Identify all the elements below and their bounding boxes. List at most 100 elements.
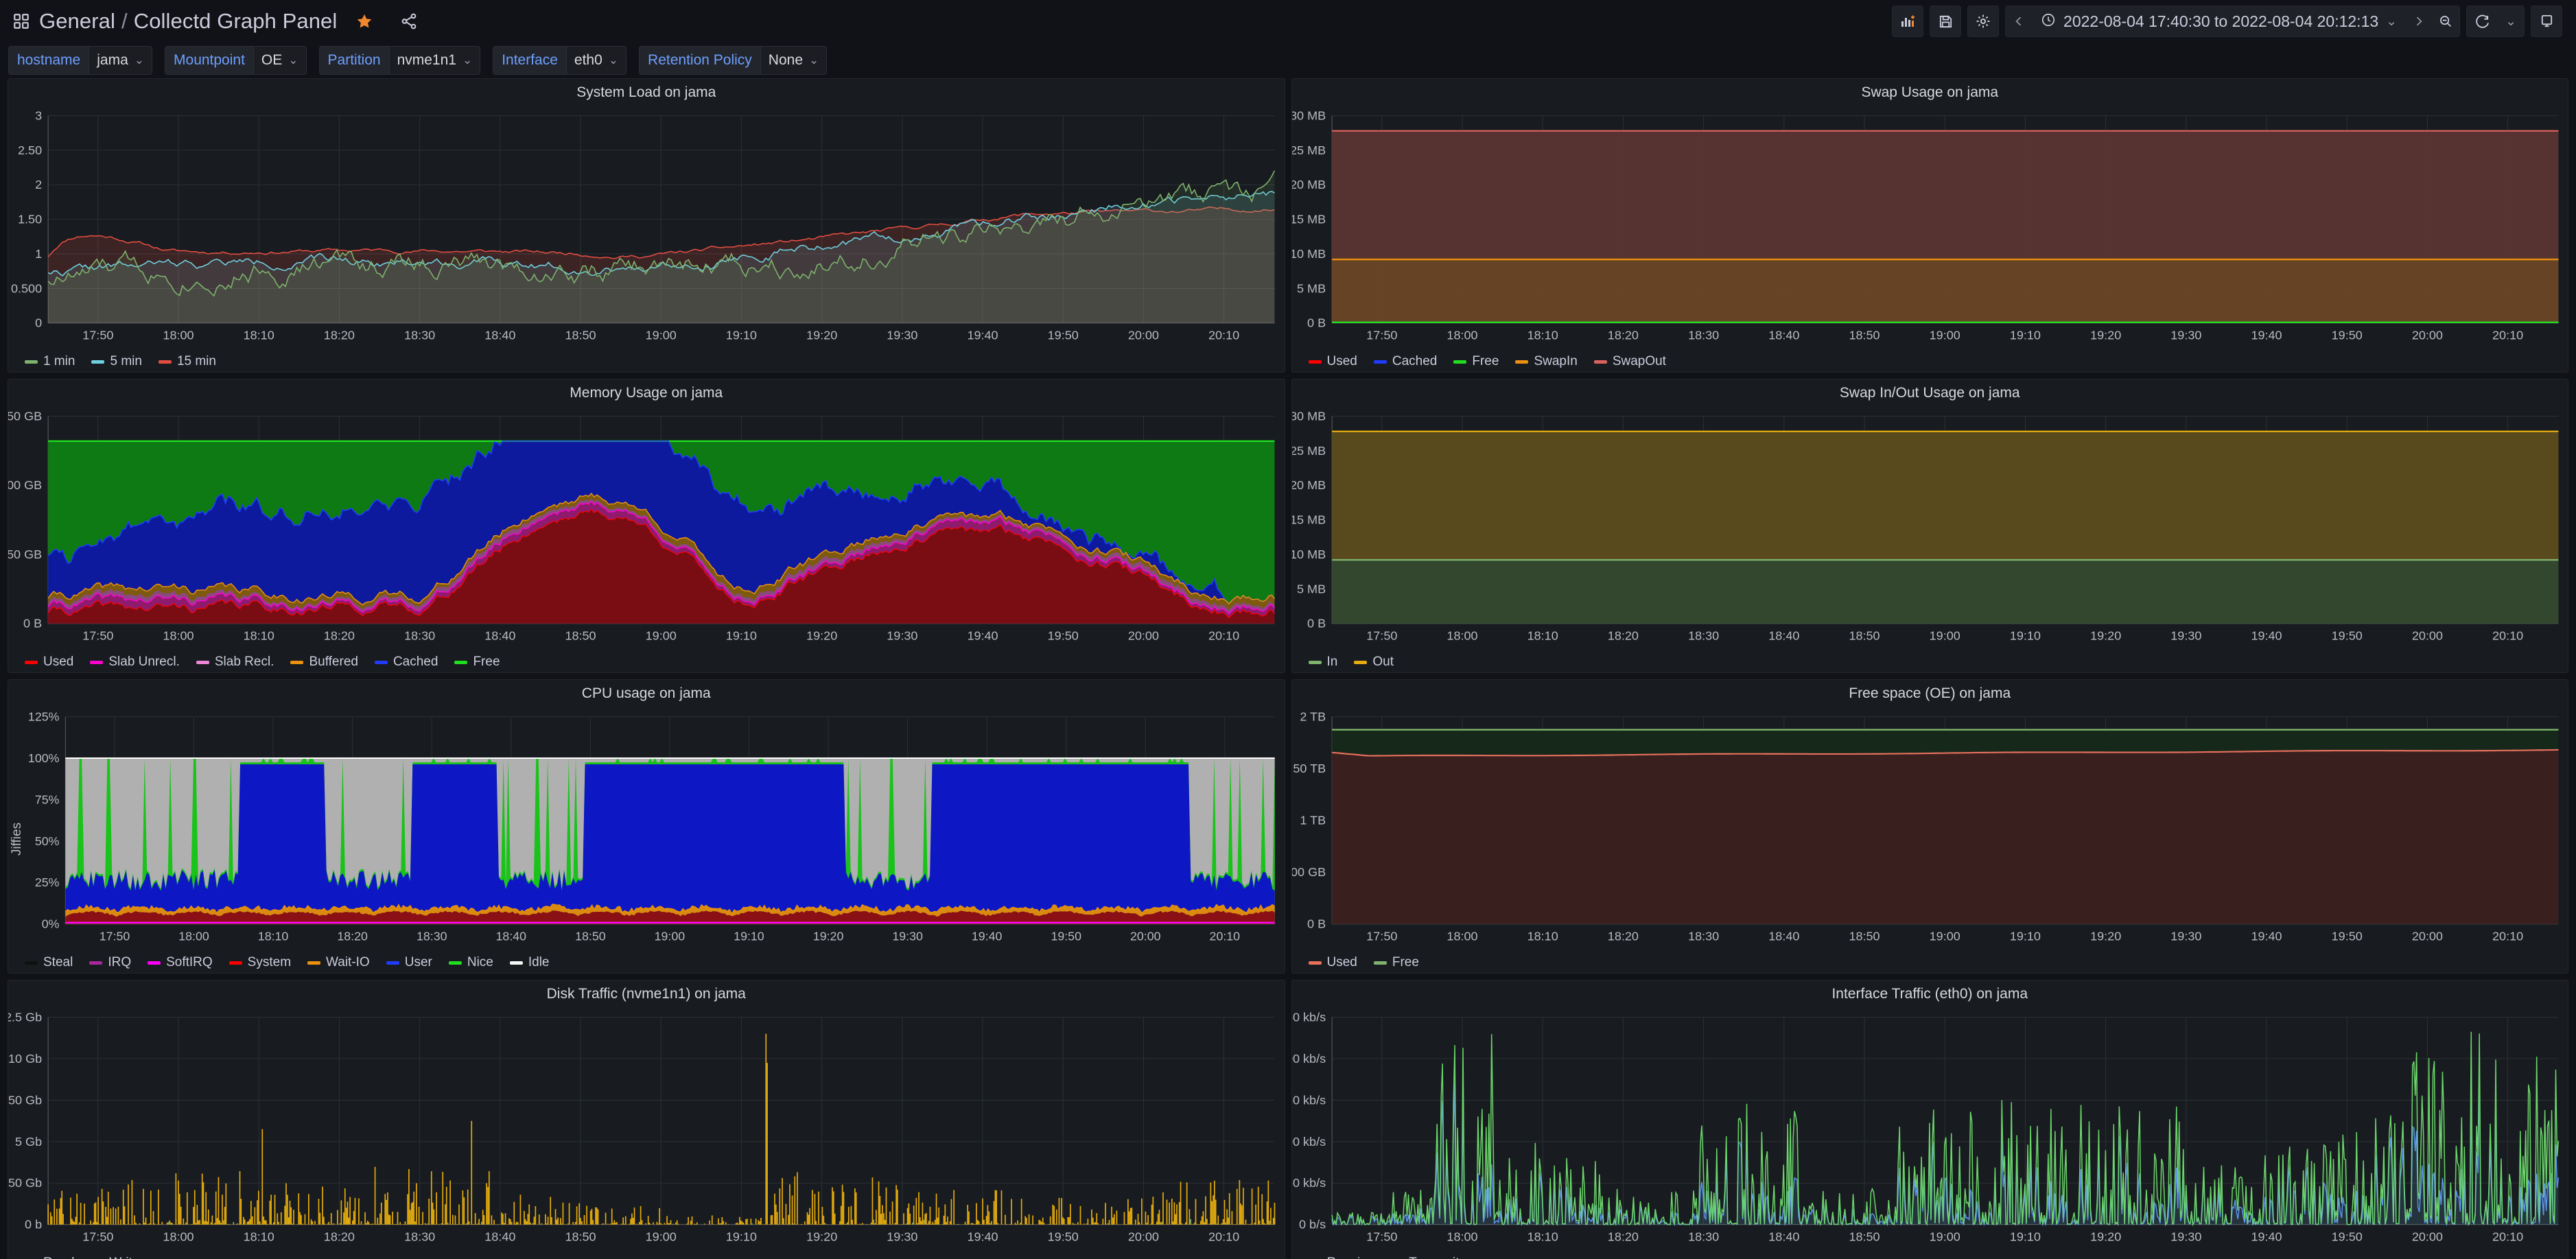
time-range-next-chevron-icon[interactable]: [2406, 6, 2432, 36]
legend-color-swatch: [1373, 360, 1387, 364]
legend-item[interactable]: Read: [25, 1256, 74, 1259]
svg-text:19:20: 19:20: [2090, 930, 2121, 943]
svg-text:18:40: 18:40: [1768, 329, 1799, 342]
svg-text:18:10: 18:10: [1527, 629, 1558, 643]
panel-swap-in-out-usage-on-jama[interactable]: Swap In/Out Usage on jama 30 MB 25 MB 20 MB…: [1291, 379, 2568, 673]
legend-item[interactable]: Used: [1308, 354, 1357, 369]
legend-item[interactable]: Wait-IO: [307, 955, 370, 970]
dashboard-settings-gear-icon[interactable]: [1967, 5, 2000, 37]
svg-text:3: 3: [35, 109, 42, 123]
variable-value-dropdown[interactable]: OE ⌄: [253, 46, 307, 75]
add-panel-icon[interactable]: [1892, 5, 1924, 37]
legend-item[interactable]: 5 min: [91, 354, 142, 369]
panel-free-space-oe-on-jama[interactable]: Free space (OE) on jama 2 TB 1.50 TB 1 TB 50…: [1291, 679, 2568, 974]
plot-area[interactable]: 3 2.50 2 1.50 1 0.500 0 17:50 18:00 18:10 18:20 18:…: [8, 101, 1285, 351]
chart-canvas[interactable]: 30 MB 25 MB 20 MB 15 MB 10 MB 5 MB 0 B 17:50 18:…: [1292, 401, 2568, 652]
legend-item[interactable]: Used: [25, 655, 73, 670]
legend-item[interactable]: Idle: [509, 955, 550, 970]
legend-item[interactable]: Cached: [1373, 354, 1437, 369]
legend-item[interactable]: Free: [454, 655, 500, 670]
svg-text:12.5 Gb: 12.5 Gb: [8, 1011, 42, 1024]
legend-item[interactable]: In: [1308, 655, 1337, 670]
breadcrumb-folder[interactable]: General: [39, 9, 115, 34]
breadcrumb: General / Collectd Graph Panel: [12, 9, 418, 34]
legend-item[interactable]: User: [386, 955, 432, 970]
variable-value-dropdown[interactable]: nvme1n1 ⌄: [388, 46, 481, 75]
svg-text:18:10: 18:10: [1527, 329, 1558, 342]
svg-text:19:10: 19:10: [2009, 329, 2040, 342]
legend-item[interactable]: System: [229, 955, 291, 970]
panel-interface-traffic-eth0-on-jama[interactable]: Interface Traffic (eth0) on jama250 kb/s…: [1291, 980, 2568, 1259]
legend-item[interactable]: SwapIn: [1515, 354, 1578, 369]
svg-text:19:00: 19:00: [646, 329, 677, 342]
legend-item[interactable]: SwapOut: [1593, 354, 1666, 369]
chart-canvas[interactable]: 2 TB 1.50 TB 1 TB 500 GB 0 B 17:50 18:00 18:10 1…: [1292, 702, 2568, 952]
legend-item[interactable]: Slab Unrecl.: [90, 655, 180, 670]
chart-canvas[interactable]: 12.5 Gb 10 Gb 7.50 Gb 5 Gb 2.50 Gb 0 b 17:50 18…: [8, 1002, 1285, 1253]
panel-system-load-on-jama[interactable]: System Load on jama 3 2.50 2 1.50 1 0.500 0 17:5…: [8, 78, 1285, 373]
legend-item[interactable]: Write: [91, 1256, 139, 1259]
legend-item[interactable]: Used: [1308, 955, 1357, 970]
legend-item[interactable]: Buffered: [290, 655, 358, 670]
legend-item[interactable]: Nice: [448, 955, 493, 970]
legend-item[interactable]: Steal: [25, 955, 73, 970]
legend-label: Read: [43, 1256, 74, 1259]
page-title[interactable]: Collectd Graph Panel: [134, 9, 338, 34]
svg-text:19:40: 19:40: [2251, 930, 2282, 943]
legend-item[interactable]: 1 min: [25, 354, 75, 369]
dashboards-grid-icon[interactable]: [12, 12, 30, 30]
legend-label: Buffered: [309, 655, 358, 669]
legend-item[interactable]: IRQ: [89, 955, 131, 970]
zoom-out-magnifier-icon[interactable]: [2432, 6, 2459, 36]
variable-value-dropdown[interactable]: jama ⌄: [89, 46, 153, 75]
refresh-icon[interactable]: [2467, 6, 2498, 36]
chart-canvas[interactable]: 250 kb/s 200 kb/s 150 kb/s 100 kb/s 50 kb/s 0…: [1292, 1002, 2568, 1253]
plot-area[interactable]: 30 MB 25 MB 20 MB 15 MB 10 MB 5 MB 0 B 17:50 18:…: [1292, 401, 2568, 652]
chart-canvas[interactable]: 3 2.50 2 1.50 1 0.500 0 17:50 18:00 18:10 18:20 18:…: [8, 101, 1285, 351]
legend-item[interactable]: Transmit: [1390, 1256, 1459, 1259]
plot-area[interactable]: 30 MB 25 MB 20 MB 15 MB 10 MB 5 MB 0 B 17:50 18:…: [1292, 101, 2568, 351]
svg-text:0 B: 0 B: [1307, 316, 1326, 330]
legend-item[interactable]: Free: [1373, 955, 1419, 970]
panel-memory-usage-on-jama[interactable]: Memory Usage on jama 150 GB 100 GB 50 GB 0 B…: [8, 379, 1285, 673]
legend-item[interactable]: 15 min: [158, 354, 216, 369]
clock-icon: [2041, 12, 2056, 31]
svg-text:20 MB: 20 MB: [1292, 178, 1326, 191]
legend-item[interactable]: Cached: [374, 655, 438, 670]
panel-swap-usage-on-jama[interactable]: Swap Usage on jama 30 MB 25 MB 20 MB 15 MB 10…: [1291, 78, 2568, 373]
svg-text:18:20: 18:20: [324, 629, 355, 643]
variable-retention-policy: Retention Policy None ⌄: [639, 46, 828, 75]
panel-cpu-usage-on-jama[interactable]: CPU usage on jama Jiffies 125% 100% 75% 50% 25…: [8, 679, 1285, 974]
plot-area[interactable]: Jiffies 125% 100% 75% 50% 25% 0% 17:50 18:00 18:1…: [8, 702, 1285, 952]
legend-item[interactable]: Free: [1453, 354, 1499, 369]
legend-item[interactable]: Slab Recl.: [196, 655, 274, 670]
refresh-interval-chevron-down-icon[interactable]: ⌄: [2498, 6, 2524, 36]
panel-disk-traffic-nvme1n1-on-jama[interactable]: Disk Traffic (nvme1n1) on jama 12.5 Gb 10 …: [8, 980, 1285, 1259]
variable-value-dropdown[interactable]: None ⌄: [760, 46, 828, 75]
chart-canvas[interactable]: 150 GB 100 GB 50 GB 0 B 17:50 18:00 18:10 18:20…: [8, 401, 1285, 652]
legend-item[interactable]: Receive: [1309, 1256, 1374, 1259]
svg-text:18:40: 18:40: [484, 1230, 515, 1244]
svg-text:1 TB: 1 TB: [1300, 814, 1326, 827]
legend-item[interactable]: Out: [1354, 655, 1394, 670]
svg-text:18:00: 18:00: [1447, 930, 1477, 943]
kiosk-tv-icon[interactable]: [2531, 5, 2562, 37]
svg-text:18:50: 18:50: [575, 929, 606, 943]
variable-mountpoint: Mountpoint OE ⌄: [165, 46, 307, 75]
share-nodes-icon[interactable]: [400, 12, 418, 30]
time-range-button[interactable]: 2022-08-04 17:40:30 to 2022-08-04 20:12:…: [2032, 6, 2406, 36]
plot-area[interactable]: 150 GB 100 GB 50 GB 0 B 17:50 18:00 18:10 18:20…: [8, 401, 1285, 652]
plot-area[interactable]: 250 kb/s 200 kb/s 150 kb/s 100 kb/s 50 kb/s 0…: [1292, 1002, 2568, 1253]
variable-value-dropdown[interactable]: eth0 ⌄: [565, 46, 627, 75]
save-dashboard-icon[interactable]: [1930, 5, 1962, 37]
plot-area[interactable]: 2 TB 1.50 TB 1 TB 500 GB 0 B 17:50 18:00 18:10 1…: [1292, 702, 2568, 952]
chart-canvas[interactable]: 125% 100% 75% 50% 25% 0% 17:50 18:00 18:10 18:20 1…: [26, 702, 1285, 952]
plot-area[interactable]: 12.5 Gb 10 Gb 7.50 Gb 5 Gb 2.50 Gb 0 b 17:50 18…: [8, 1002, 1285, 1253]
svg-text:1: 1: [35, 247, 42, 261]
legend-item[interactable]: SoftIRQ: [148, 955, 213, 970]
dashboard-panel-grid: System Load on jama 3 2.50 2 1.50 1 0.500 0 17:5…: [0, 78, 2576, 1259]
svg-text:18:40: 18:40: [484, 329, 515, 342]
chart-canvas[interactable]: 30 MB 25 MB 20 MB 15 MB 10 MB 5 MB 0 B 17:50 18:…: [1292, 101, 2568, 351]
star-filled-icon[interactable]: [355, 12, 373, 30]
time-range-previous-chevron-icon[interactable]: [2006, 6, 2032, 36]
